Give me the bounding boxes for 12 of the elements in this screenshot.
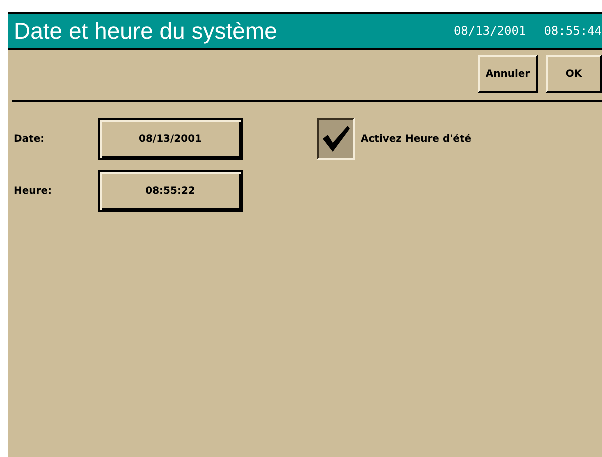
checkbox-label: Activez Heure d'été xyxy=(361,134,472,144)
checkbox[interactable] xyxy=(317,118,355,160)
time-text: 08:55:44 xyxy=(544,24,602,38)
cancel-button[interactable]: Annuler xyxy=(478,55,538,93)
date-text: 08/13/2001 xyxy=(454,24,526,38)
field-label: Heure: xyxy=(14,186,53,196)
input-field[interactable]: 08:55:22 xyxy=(98,170,243,212)
input-field[interactable]: 08/13/2001 xyxy=(98,118,243,160)
field-label: Date: xyxy=(14,134,46,144)
window-title: Date et heure du système xyxy=(14,18,278,44)
ok-button[interactable]: OK xyxy=(546,55,602,93)
check-icon xyxy=(321,124,351,154)
